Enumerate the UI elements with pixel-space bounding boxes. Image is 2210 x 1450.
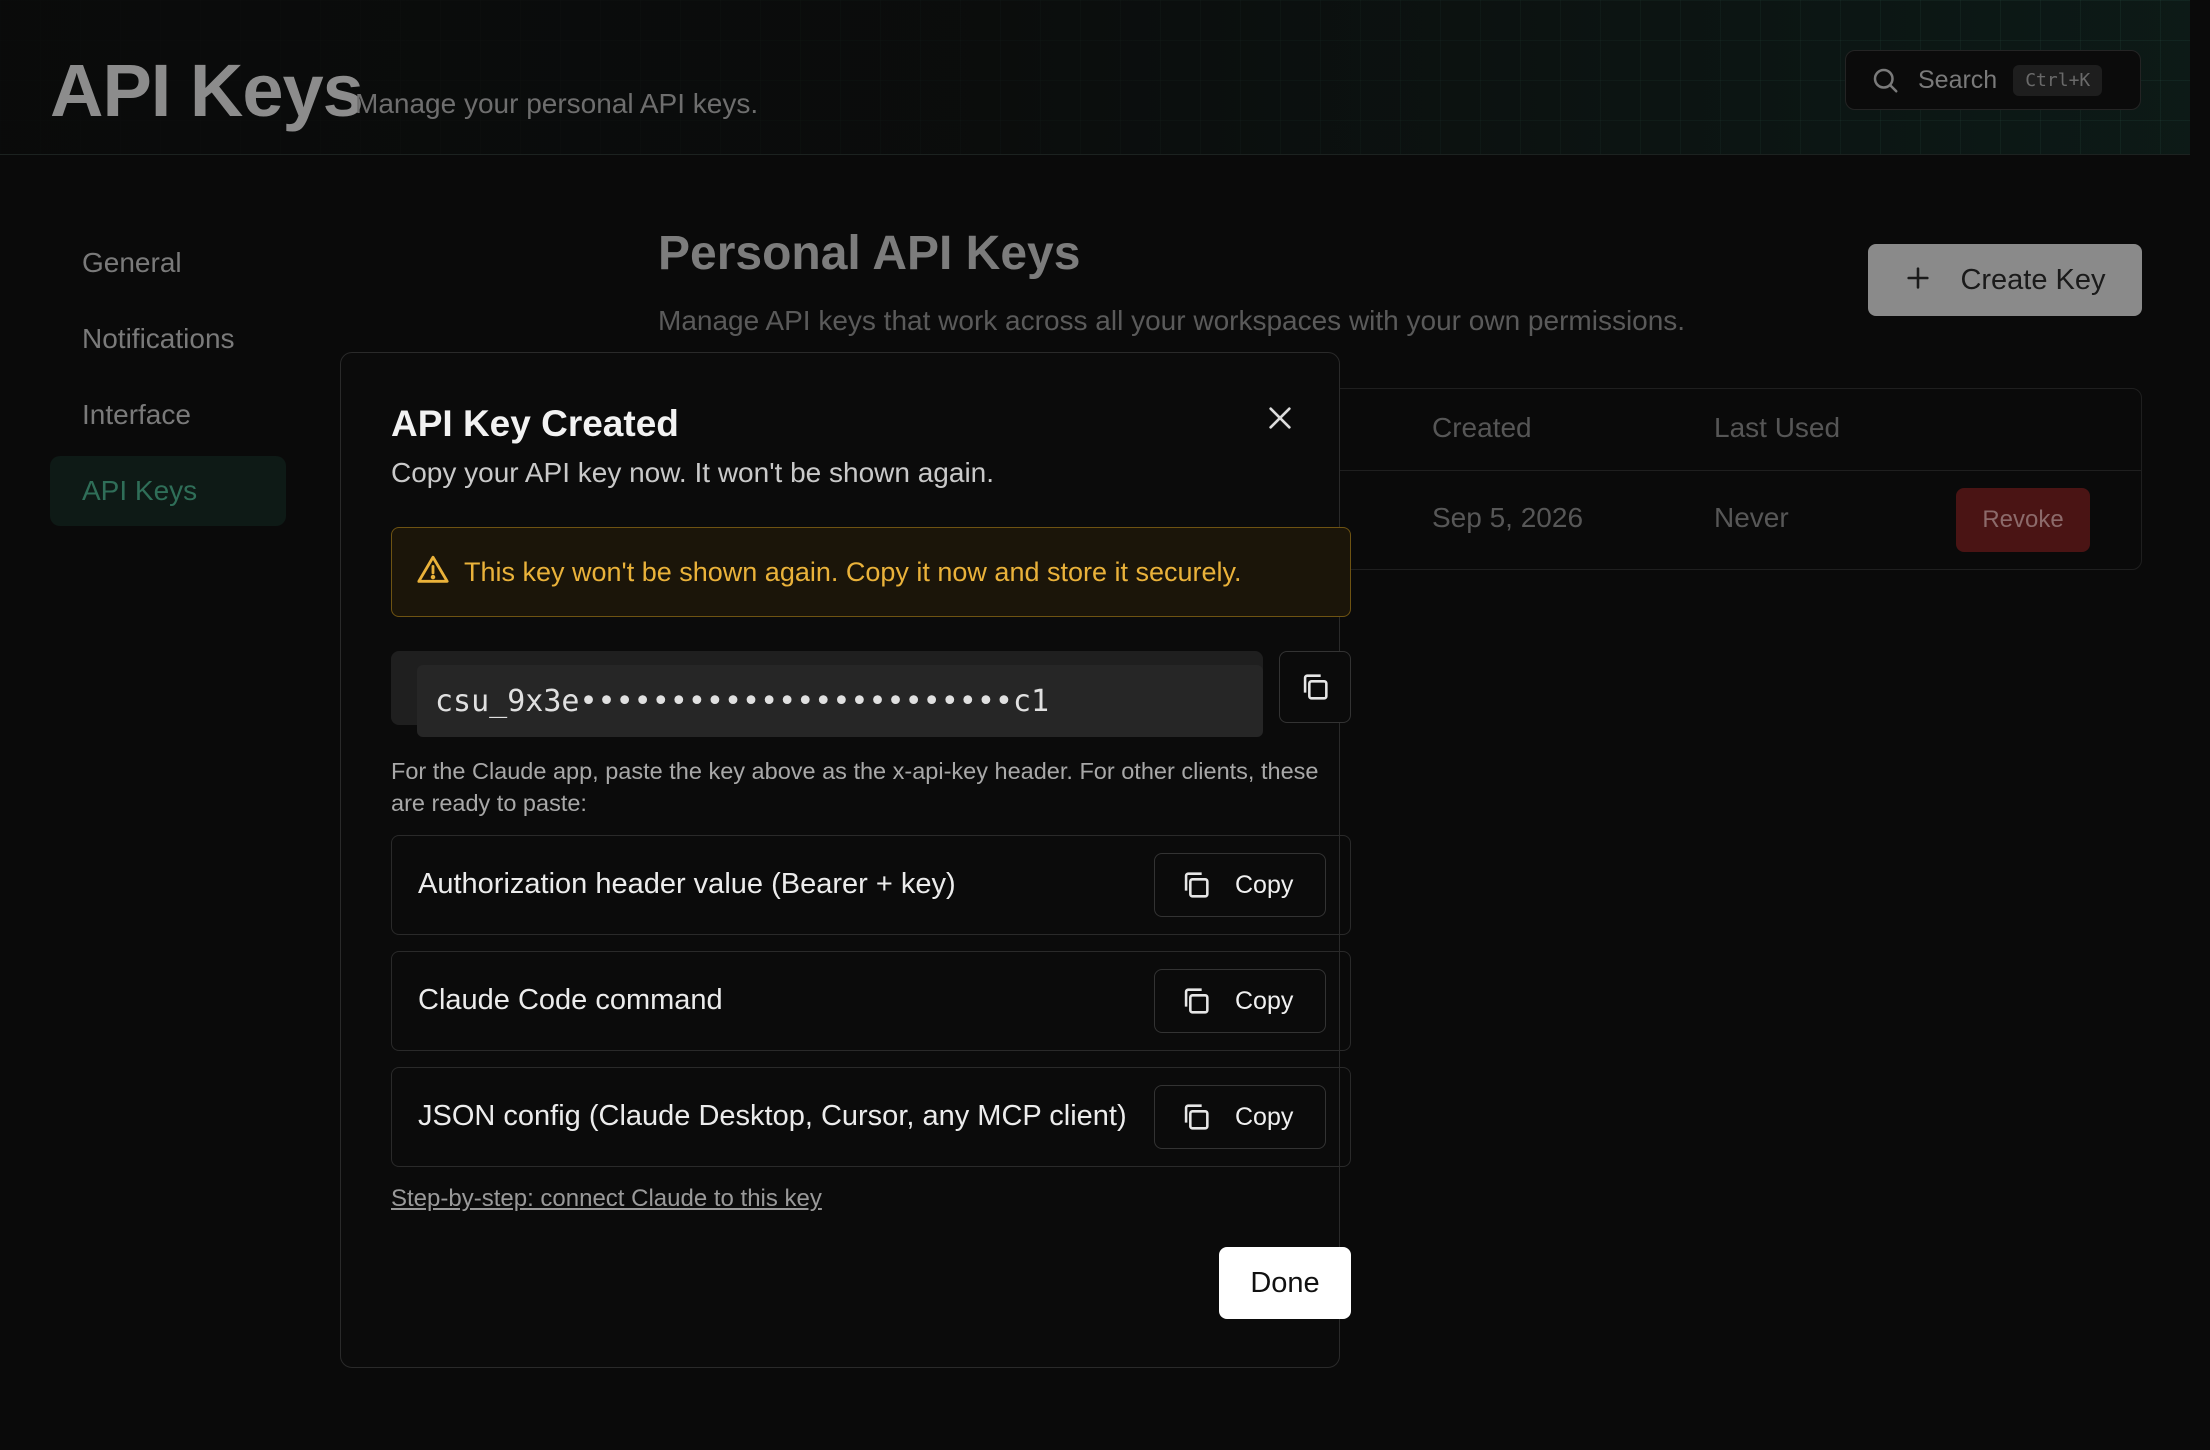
copy-icon xyxy=(1184,872,1209,898)
section-description: Manage API keys that work across all you… xyxy=(658,305,1686,336)
copy-claude-code-command-button[interactable]: Copy xyxy=(1154,969,1326,1033)
warning-banner: This key won't be shown again. Copy it n… xyxy=(391,527,1351,617)
api-key-field[interactable]: csu_9x3e••••••••••••••••••••••••c1 xyxy=(417,665,1263,737)
copy-auth-header-button[interactable]: Copy xyxy=(1154,853,1326,917)
copy-json-config-button[interactable]: Copy xyxy=(1154,1085,1326,1149)
snippet-label: Authorization header value (Bearer + key… xyxy=(418,868,956,900)
column-header-last-used: Last Used xyxy=(1714,412,1841,443)
copy-icon xyxy=(1184,988,1209,1014)
warning-text: This key won't be shown again. Copy it n… xyxy=(464,556,1242,587)
page-title: API Keys xyxy=(50,49,364,132)
dialog-subtitle: Copy your API key now. It won't be shown… xyxy=(391,457,995,488)
copy-icon xyxy=(1303,674,1328,700)
column-header-created: Created xyxy=(1432,412,1532,443)
page-subtitle: Manage your personal API keys. xyxy=(355,88,759,119)
settings-sidebar: General Notifications Interface API Keys xyxy=(50,228,286,532)
setup-guide-link[interactable]: Step-by-step: connect Claude to this key xyxy=(391,1185,822,1213)
search-button[interactable]: Search Ctrl+K xyxy=(1845,50,2141,110)
search-shortcut-badge: Ctrl+K xyxy=(2013,64,2103,96)
sidebar-item-api-keys[interactable]: API Keys xyxy=(50,456,286,526)
revoke-button[interactable]: Revoke xyxy=(1956,488,2090,552)
plus-icon xyxy=(1904,261,1932,299)
copy-label: Copy xyxy=(1235,1102,1294,1131)
page-header: API Keys Manage your personal API keys. … xyxy=(0,0,2190,155)
section-title: Personal API Keys xyxy=(658,227,1081,280)
copy-label: Copy xyxy=(1235,986,1294,1015)
search-label: Search xyxy=(1918,65,1998,94)
search-icon xyxy=(1870,63,1904,97)
client-hint-text: For the Claude app, paste the key above … xyxy=(391,758,1319,816)
snippet-label: Claude Code command xyxy=(418,984,723,1016)
snippet-row: JSON config (Claude Desktop, Cursor, any… xyxy=(391,1067,1351,1167)
snippet-row: Authorization header value (Bearer + key… xyxy=(391,835,1351,935)
create-key-label: Create Key xyxy=(1960,263,2106,296)
sidebar-item-notifications[interactable]: Notifications xyxy=(50,304,286,374)
close-icon xyxy=(1269,407,1291,429)
copy-label: Copy xyxy=(1235,870,1294,899)
copy-key-button[interactable] xyxy=(1279,651,1351,723)
sidebar-item-interface[interactable]: Interface xyxy=(50,380,286,450)
snippet-label: JSON config (Claude Desktop, Cursor, any… xyxy=(418,1100,1127,1132)
copy-icon xyxy=(1184,1104,1209,1130)
create-key-button[interactable]: Create Key xyxy=(1868,244,2142,316)
cell-last-used: Never xyxy=(1714,502,1789,533)
sidebar-item-general[interactable]: General xyxy=(50,228,286,298)
cell-created: Sep 5, 2026 xyxy=(1432,502,1584,533)
api-key-created-dialog: API Key Created Copy your API key now. I… xyxy=(340,352,1351,1368)
close-button[interactable] xyxy=(1259,397,1301,439)
snippet-row: Claude Code command Copy xyxy=(391,951,1351,1051)
done-button[interactable]: Done xyxy=(1219,1247,1351,1319)
warning-icon xyxy=(416,553,450,592)
dialog-title: API Key Created xyxy=(391,403,679,444)
